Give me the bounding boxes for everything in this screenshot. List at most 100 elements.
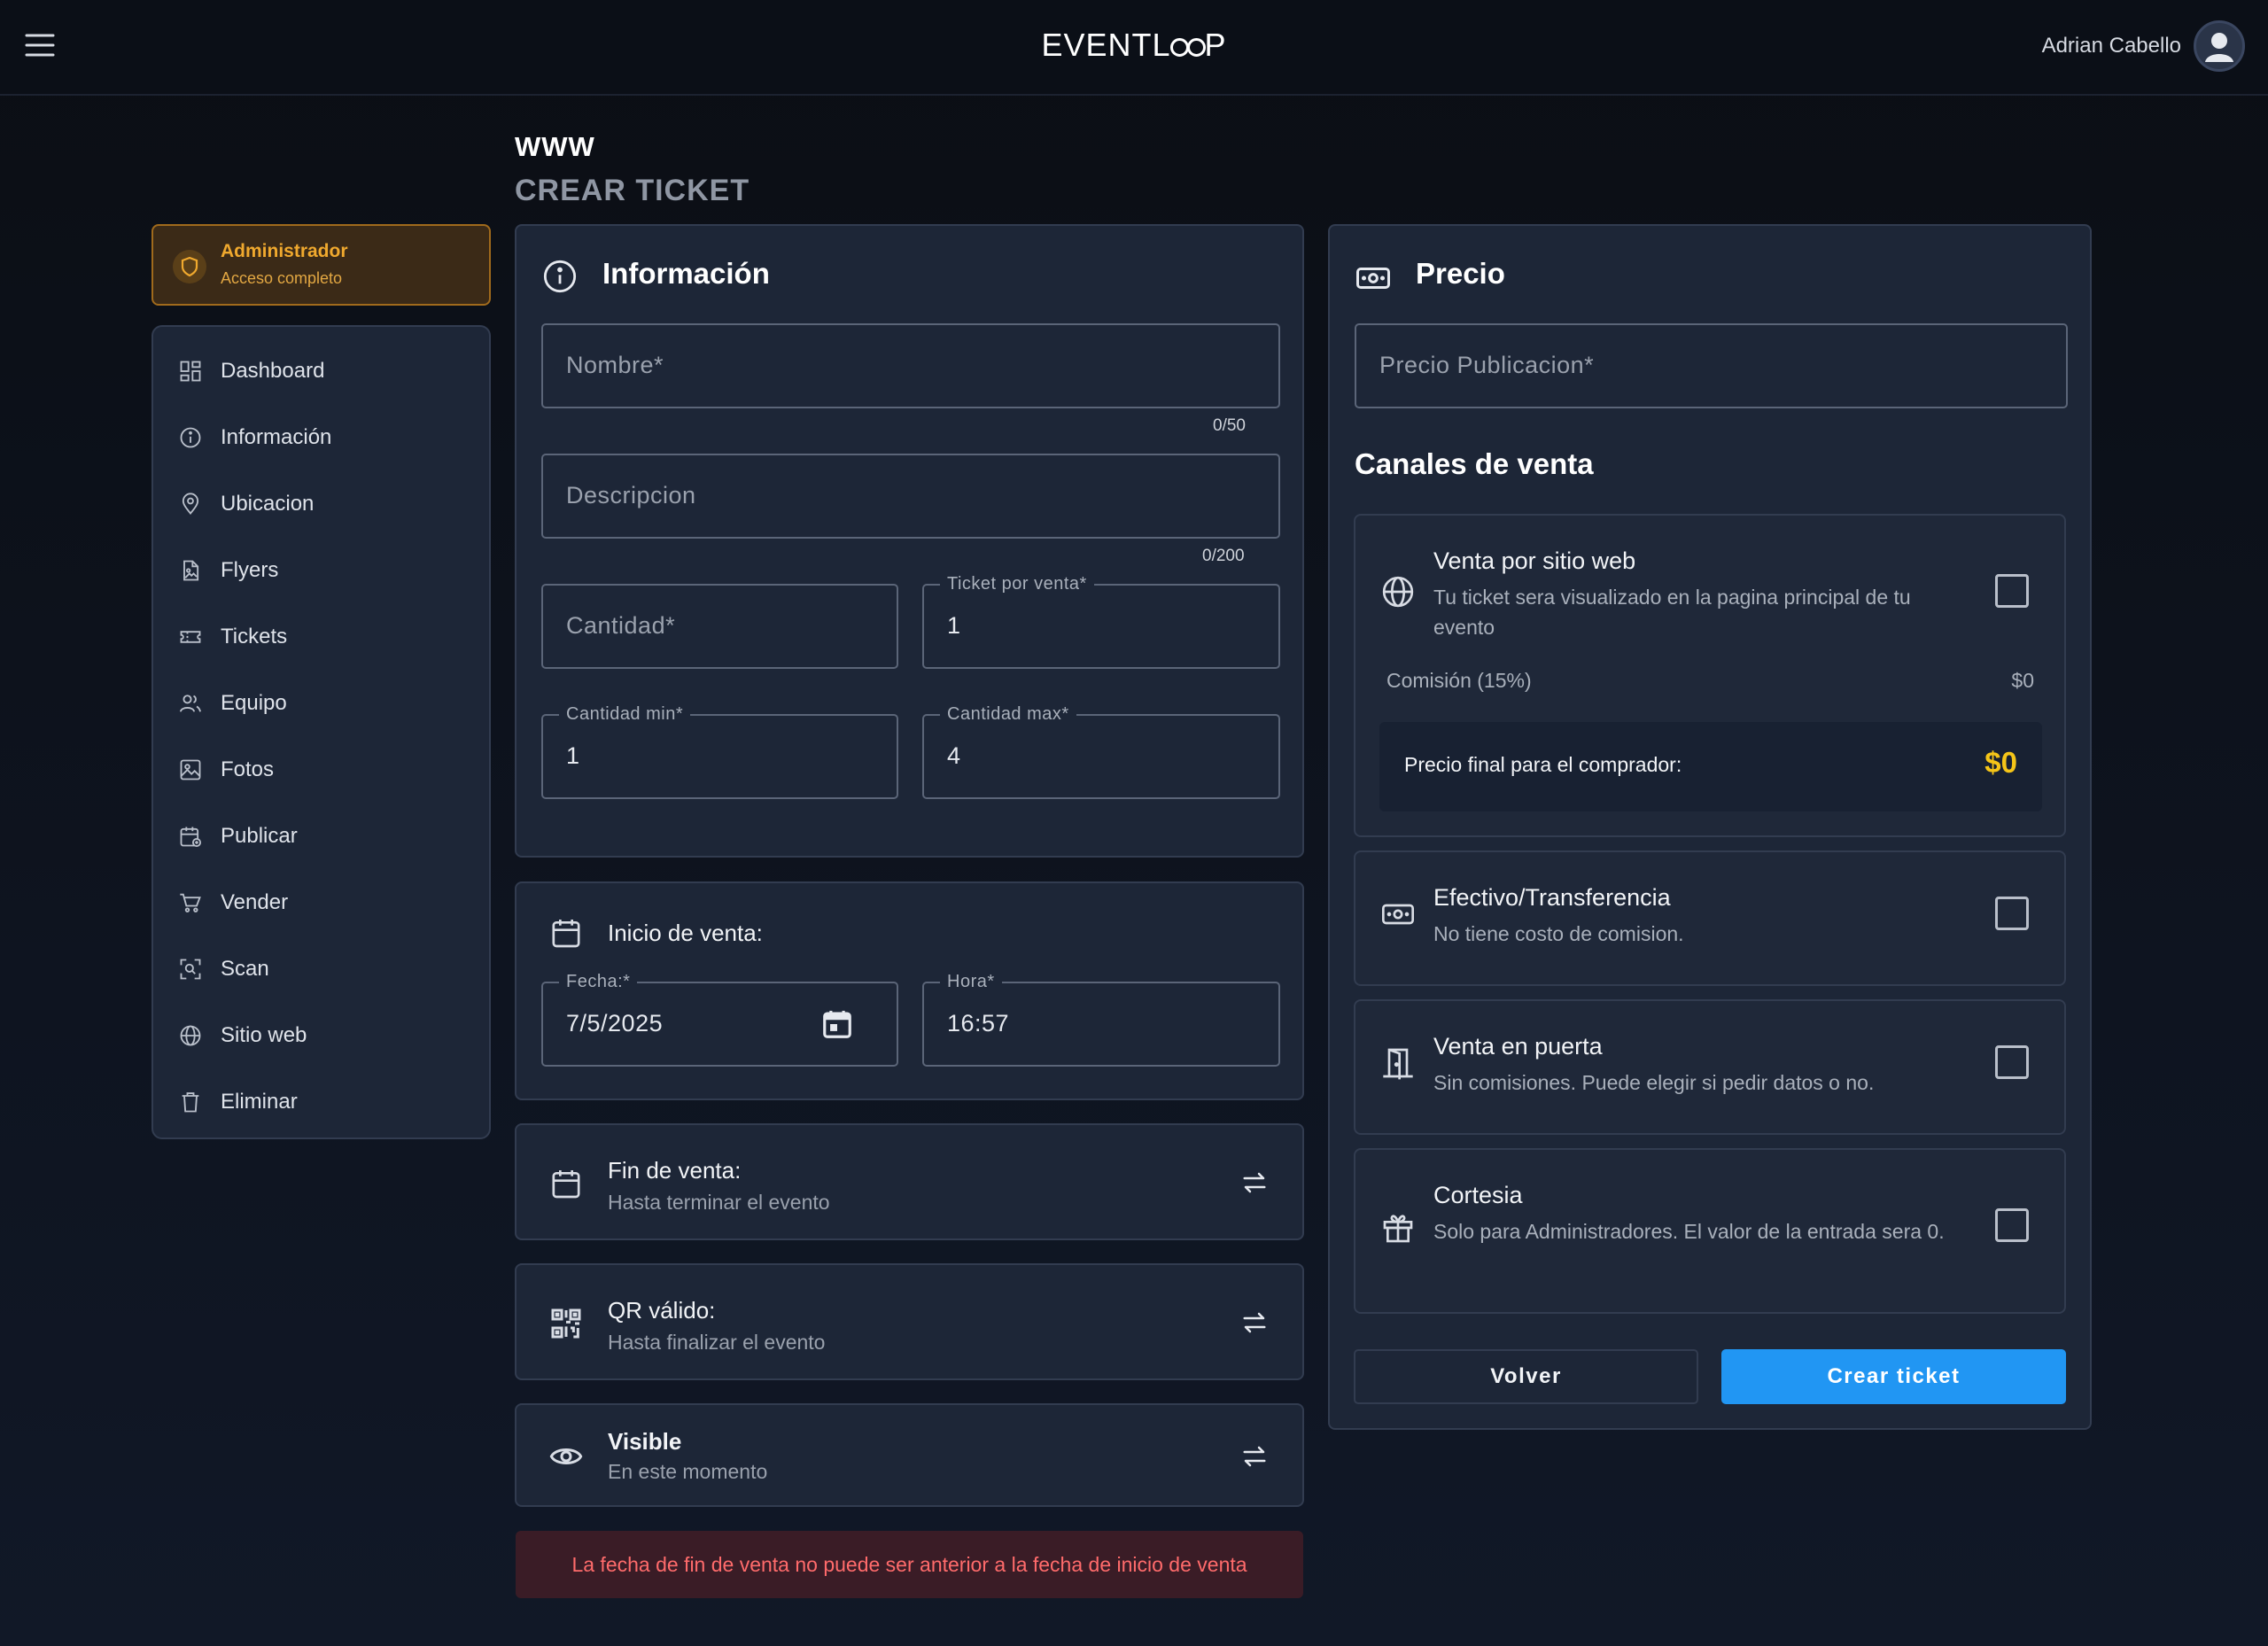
door-icon (1380, 1045, 1416, 1081)
cash-icon (1355, 260, 1392, 297)
photo-icon (178, 757, 203, 782)
cantidad-max-label: Cantidad max* (940, 704, 1076, 725)
page-title: CREAR TICKET (515, 174, 750, 207)
team-icon (178, 691, 203, 716)
cantidad-min-field[interactable]: Cantidad min* 1 (541, 704, 898, 799)
sidebar-item-label: Eliminar (221, 1090, 298, 1114)
fecha-inicio-field[interactable]: Fecha:* 7/5/2025 (541, 972, 898, 1067)
cantidad-field[interactable]: Cantidad* (541, 584, 898, 669)
sidebar-item-label: Tickets (221, 625, 288, 648)
app-logo[interactable]: EVENTL P (0, 27, 2268, 64)
inicio-venta-title: Inicio de venta: (608, 920, 763, 946)
channel-cortesia-subtitle: Solo para Administradores. El valor de l… (1433, 1220, 1945, 1243)
precio-final-value: $0 (1984, 746, 2017, 779)
channel-cortesia-checkbox[interactable] (1995, 1208, 2029, 1242)
channel-puerta-checkbox[interactable] (1995, 1045, 2029, 1079)
fecha-value: 7/5/2025 (566, 1010, 664, 1037)
avatar[interactable] (2194, 20, 2245, 72)
hora-value: 16:57 (947, 1010, 1010, 1037)
canales-title: Canales de venta (1355, 447, 1594, 480)
event-name: WWW (515, 131, 595, 162)
user-name: Adrian Cabello (2041, 34, 2181, 58)
cash-icon (1380, 897, 1416, 932)
info-card: Información Nombre* 0/50 Descripcion 0/2… (515, 224, 1304, 858)
volver-button[interactable]: Volver (1354, 1349, 1698, 1404)
channel-puerta-subtitle: Sin comisiones. Puede elegir si pedir da… (1433, 1071, 1875, 1094)
nombre-field[interactable]: Nombre* (541, 323, 1280, 408)
sidebar-item-sitio-web[interactable]: Sitio web (153, 1009, 489, 1062)
user-menu[interactable]: Adrian Cabello (2042, 20, 2245, 72)
sidebar-item-label: Ubicacion (221, 492, 315, 516)
sidebar-item-equipo[interactable]: Equipo (153, 677, 489, 730)
dashboard-icon (178, 359, 203, 384)
sidebar-item-tickets[interactable]: Tickets (153, 610, 489, 664)
fin-venta-subtitle: Hasta terminar el evento (608, 1191, 830, 1214)
sidebar-item-label: Publicar (221, 824, 298, 848)
cantidad-placeholder: Cantidad* (566, 612, 676, 639)
sidebar-nav: Dashboard Información Ubicacion Flyers T… (151, 325, 491, 1139)
channel-cortesia-title: Cortesia (1433, 1182, 1523, 1208)
swap-icon[interactable] (1241, 1309, 1268, 1336)
role-title: Administrador (221, 241, 348, 261)
calendar-picker-icon[interactable] (820, 1007, 854, 1041)
error-message: La fecha de fin de venta no puede ser an… (516, 1531, 1303, 1598)
hora-inicio-field[interactable]: Hora* 16:57 (922, 972, 1280, 1067)
sidebar-item-informacion[interactable]: Información (153, 411, 489, 464)
descripcion-field[interactable]: Descripcion (541, 454, 1280, 539)
sidebar-item-label: Información (221, 425, 332, 449)
channel-web-checkbox[interactable] (1995, 574, 2029, 608)
gift-icon (1380, 1210, 1416, 1246)
fin-venta-card[interactable]: Fin de venta: Hasta terminar el evento (515, 1123, 1304, 1240)
sidebar-item-scan[interactable]: Scan (153, 943, 489, 996)
image-file-icon (178, 558, 203, 583)
eye-icon (548, 1439, 584, 1474)
shield-icon (173, 250, 206, 283)
sidebar-item-publicar[interactable]: Publicar (153, 810, 489, 863)
channel-efectivo-checkbox[interactable] (1995, 897, 2029, 930)
descripcion-placeholder: Descripcion (566, 482, 696, 509)
calendar-icon (548, 1166, 584, 1201)
logo-text: EVENTL (1041, 27, 1171, 63)
logo-text-end: P (1204, 27, 1227, 63)
precio-final-box: Precio final para el comprador: $0 (1379, 722, 2042, 811)
nombre-placeholder: Nombre* (566, 352, 664, 378)
sidebar-item-dashboard[interactable]: Dashboard (153, 345, 489, 398)
sidebar-item-fotos[interactable]: Fotos (153, 743, 489, 796)
visible-subtitle: En este momento (608, 1460, 768, 1483)
channel-web-subtitle: Tu ticket sera visualizado en la pagina … (1433, 586, 1911, 639)
channel-efectivo-title: Efectivo/Transferencia (1433, 884, 1671, 911)
cantidad-max-field[interactable]: Cantidad max* 4 (922, 704, 1280, 799)
crear-ticket-button[interactable]: Crear ticket (1721, 1349, 2066, 1404)
channel-puerta: Venta en puerta Sin comisiones. Puede el… (1354, 999, 2066, 1135)
ticket-por-venta-value: 1 (947, 612, 961, 639)
swap-icon[interactable] (1241, 1443, 1268, 1470)
calendar-icon (548, 915, 584, 951)
sidebar-item-label: Dashboard (221, 359, 325, 383)
info-icon (542, 259, 578, 294)
descripcion-counter: 0/200 (1202, 547, 1245, 565)
sidebar-item-vender[interactable]: Vender (153, 876, 489, 929)
fecha-label: Fecha:* (559, 972, 638, 992)
comision-label: Comisión (15%) (1386, 669, 1532, 692)
globe-icon (178, 1023, 203, 1048)
visible-card[interactable]: Visible En este momento (515, 1403, 1304, 1507)
fin-venta-title: Fin de venta: (608, 1157, 742, 1184)
precio-placeholder: Precio Publicacion* (1379, 352, 1595, 378)
channel-web: Venta por sitio web Tu ticket sera visua… (1354, 514, 2066, 837)
scan-icon (178, 957, 203, 982)
qr-valido-card[interactable]: QR válido: Hasta finalizar el evento (515, 1263, 1304, 1380)
qr-code-icon (548, 1306, 584, 1341)
sidebar-item-flyers[interactable]: Flyers (153, 544, 489, 597)
cantidad-max-value: 4 (947, 742, 961, 769)
inicio-venta-card: Inicio de venta: Fecha:* 7/5/2025 Hora* … (515, 881, 1304, 1100)
channel-efectivo: Efectivo/Transferencia No tiene costo de… (1354, 850, 2066, 986)
nombre-counter: 0/50 (1213, 416, 1246, 435)
sidebar-item-ubicacion[interactable]: Ubicacion (153, 477, 489, 531)
sidebar-item-label: Vender (221, 890, 289, 914)
role-badge: Administrador Acceso completo (151, 224, 491, 306)
ticket-por-venta-field[interactable]: Ticket por venta* 1 (922, 574, 1280, 669)
top-bar: EVENTL P Adrian Cabello (0, 0, 2268, 96)
precio-publicacion-field[interactable]: Precio Publicacion* (1355, 323, 2068, 408)
sidebar-item-eliminar[interactable]: Eliminar (153, 1075, 489, 1129)
swap-icon[interactable] (1241, 1169, 1268, 1196)
